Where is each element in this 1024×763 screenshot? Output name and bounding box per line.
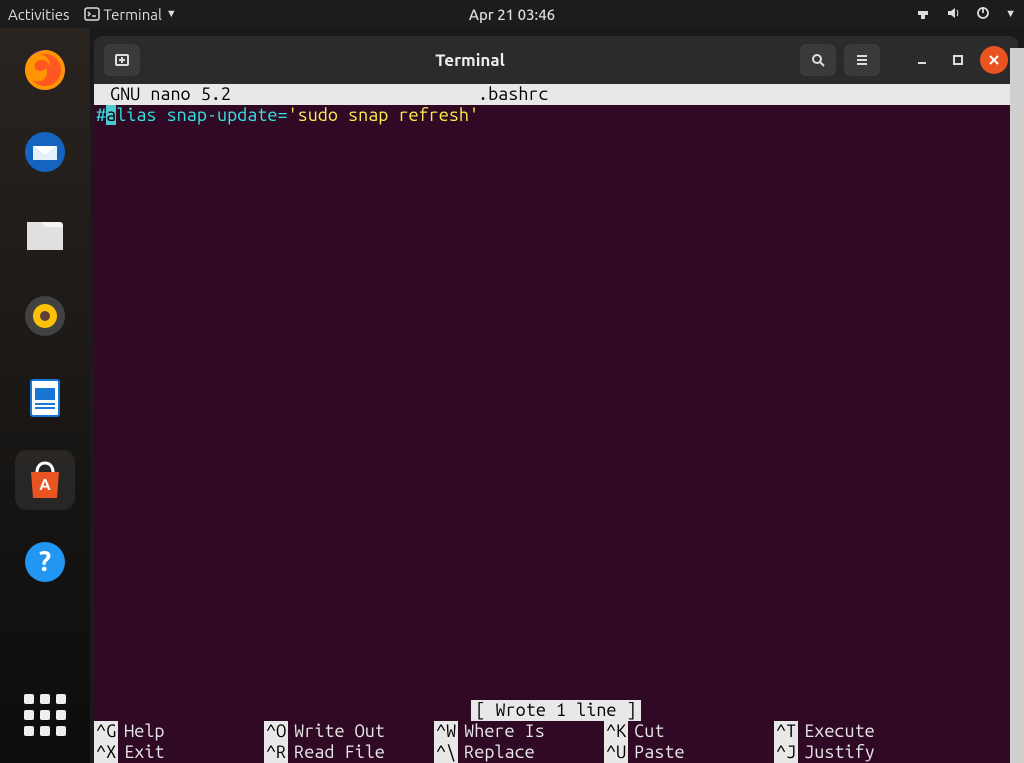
window-title: Terminal — [148, 51, 792, 70]
sc-label: Write Out — [288, 721, 385, 742]
sc-key: ^U — [604, 742, 628, 763]
hamburger-menu-button[interactable] — [844, 44, 880, 76]
keyword-alias: lias — [116, 105, 156, 125]
maximize-button[interactable] — [944, 46, 972, 74]
sc-key: ^R — [264, 742, 288, 763]
terminal-icon — [84, 6, 100, 22]
dock: A ? — [0, 28, 90, 763]
gnome-top-bar: Activities Terminal ▼ Apr 21 03:46 ▼ — [0, 0, 1024, 28]
thunderbird-icon — [21, 128, 69, 176]
power-icon[interactable] — [975, 5, 991, 24]
sc-label: Help — [118, 721, 164, 742]
sc-label: Where Is — [458, 721, 545, 742]
search-button[interactable] — [800, 44, 836, 76]
speaker-icon — [21, 292, 69, 340]
sc-label: Execute — [798, 721, 875, 742]
minimize-icon — [915, 53, 929, 67]
sc-key: ^W — [434, 721, 458, 742]
clock[interactable]: Apr 21 03:46 — [469, 6, 555, 23]
system-menu-chevron-icon[interactable]: ▼ — [1005, 8, 1016, 20]
sc-key: ^K — [604, 721, 628, 742]
sc-label: Justify — [798, 742, 875, 763]
comment-hash: # — [96, 105, 106, 125]
dock-item-libreoffice[interactable] — [15, 368, 75, 428]
network-icon[interactable] — [915, 5, 931, 24]
terminal-content[interactable]: GNU nano 5.2 .bashrc #alias snap-update=… — [94, 84, 1018, 763]
nano-shortcuts: ^GHelp ^OWrite Out ^WWhere Is ^KCut ^TEx… — [94, 721, 1018, 763]
close-button[interactable] — [980, 46, 1008, 74]
editor-line-1[interactable]: #alias snap-update='sudo snap refresh' — [94, 105, 1018, 126]
editor-body[interactable] — [94, 126, 1018, 700]
grid-icon — [24, 694, 66, 736]
dock-item-files[interactable] — [15, 204, 75, 264]
app-menu-label: Terminal — [104, 6, 162, 23]
sc-label: Paste — [628, 742, 684, 763]
scrollbar[interactable] — [1010, 48, 1024, 763]
terminal-window: Terminal GNU nano 5.2 .bashrc #alias sna… — [94, 36, 1018, 763]
sc-label: Read File — [288, 742, 385, 763]
sc-label: Exit — [118, 742, 164, 763]
dock-item-help[interactable]: ? — [15, 532, 75, 592]
volume-icon[interactable] — [945, 5, 961, 24]
alias-assign: snap-update= — [157, 105, 288, 125]
cursor: a — [106, 105, 116, 125]
sc-key: ^O — [264, 721, 288, 742]
dock-item-firefox[interactable] — [15, 40, 75, 100]
help-icon: ? — [21, 538, 69, 586]
sc-key: ^G — [94, 721, 118, 742]
activities-button[interactable]: Activities — [8, 6, 70, 23]
sc-label: Cut — [628, 721, 664, 742]
firefox-icon — [21, 46, 69, 94]
close-icon — [987, 53, 1001, 67]
alias-value: 'sudo snap refresh' — [288, 105, 480, 125]
dock-item-ubuntu-software[interactable]: A — [15, 450, 75, 510]
nano-filename: .bashrc — [478, 84, 549, 105]
nano-status-text: [ Wrote 1 line ] — [471, 700, 640, 721]
hamburger-icon — [854, 52, 870, 68]
sc-label: Replace — [458, 742, 535, 763]
show-applications-button[interactable] — [15, 685, 75, 745]
shortcut-row-1: ^GHelp ^OWrite Out ^WWhere Is ^KCut ^TEx… — [94, 721, 1018, 742]
shortcut-row-2: ^XExit ^RRead File ^\Replace ^UPaste ^JJ… — [94, 742, 1018, 763]
sc-key: ^J — [774, 742, 798, 763]
dock-item-thunderbird[interactable] — [15, 122, 75, 182]
app-menu[interactable]: Terminal ▼ — [84, 6, 177, 23]
sc-key: ^T — [774, 721, 798, 742]
svg-text:A: A — [39, 476, 51, 494]
nano-status-line: [ Wrote 1 line ] — [94, 700, 1018, 721]
shopping-bag-icon: A — [21, 456, 69, 504]
search-icon — [810, 52, 826, 68]
window-titlebar: Terminal — [94, 36, 1018, 84]
nano-title-bar: GNU nano 5.2 .bashrc — [94, 84, 1018, 105]
new-tab-icon — [114, 52, 130, 68]
chevron-down-icon: ▼ — [166, 8, 177, 20]
svg-text:?: ? — [39, 546, 51, 577]
nano-version: GNU nano 5.2 — [98, 84, 478, 105]
minimize-button[interactable] — [908, 46, 936, 74]
maximize-icon — [951, 53, 965, 67]
sc-key: ^\ — [434, 742, 458, 763]
sc-key: ^X — [94, 742, 118, 763]
new-tab-button[interactable] — [104, 44, 140, 76]
folder-icon — [21, 210, 69, 258]
document-icon — [21, 374, 69, 422]
dock-item-rhythmbox[interactable] — [15, 286, 75, 346]
